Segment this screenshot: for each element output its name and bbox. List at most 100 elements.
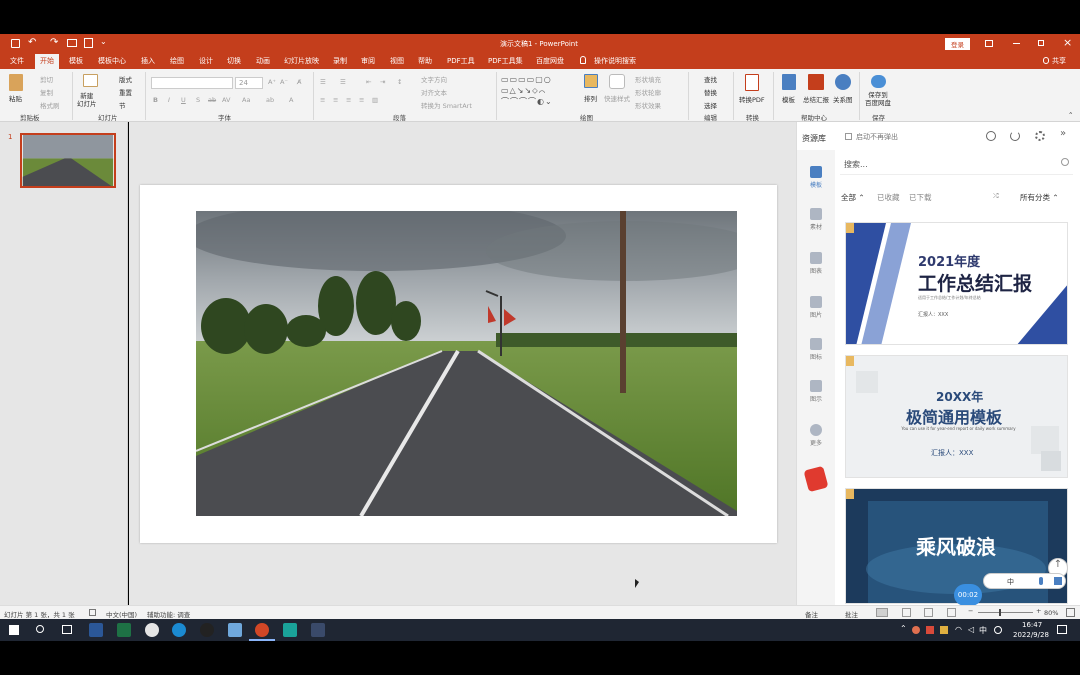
- tray-expand-icon[interactable]: ⌃: [900, 624, 907, 633]
- numbering-icon[interactable]: ☰: [340, 78, 346, 86]
- save-icon[interactable]: [11, 39, 20, 48]
- shape-fill-button[interactable]: 形状填充: [635, 74, 661, 84]
- tab-transitions[interactable]: 切换: [227, 56, 241, 66]
- side-item-icons[interactable]: 图标: [797, 338, 835, 361]
- bullets-icon[interactable]: ☰: [320, 78, 326, 86]
- replace-button[interactable]: 替换: [704, 87, 717, 97]
- zoom-slider-thumb[interactable]: [999, 609, 1001, 616]
- filter-all[interactable]: 全部 ⌃: [841, 192, 865, 203]
- save-to-baidu-button[interactable]: 保存到 百度网盘: [865, 91, 891, 107]
- quick-access-more-icon[interactable]: [84, 38, 93, 48]
- share-button[interactable]: 共享: [1052, 56, 1066, 66]
- tray-icon-4[interactable]: [994, 626, 1002, 634]
- align-center-icon[interactable]: ≡: [333, 96, 338, 104]
- windows-start-icon[interactable]: [9, 625, 19, 635]
- side-item-diagrams[interactable]: 图示: [797, 380, 835, 403]
- side-item-images[interactable]: 图片: [797, 296, 835, 319]
- shape-effects-button[interactable]: 形状效果: [635, 100, 661, 110]
- filter-favorited[interactable]: 已收藏: [877, 192, 900, 203]
- tray-icon-2[interactable]: [926, 626, 934, 634]
- columns-icon[interactable]: ▥: [372, 96, 378, 104]
- reset-button[interactable]: 重置: [119, 87, 132, 97]
- copy-button[interactable]: 复制: [40, 87, 53, 97]
- collapse-panel-icon[interactable]: »: [1060, 128, 1066, 139]
- tab-draw[interactable]: 绘图: [170, 56, 184, 66]
- app-icon-4[interactable]: [311, 623, 325, 637]
- bold-icon[interactable]: B: [153, 96, 158, 104]
- tab-review[interactable]: 审阅: [361, 56, 375, 66]
- tab-help[interactable]: 帮助: [418, 56, 432, 66]
- quick-styles-icon[interactable]: [609, 74, 625, 89]
- customize-toolbar-icon[interactable]: ⌄: [100, 37, 107, 46]
- user-icon[interactable]: [1043, 57, 1049, 64]
- search-icon[interactable]: [1061, 158, 1069, 166]
- collapse-ribbon-icon[interactable]: ⌃: [1068, 111, 1073, 119]
- tell-me-search[interactable]: 操作说明搜索: [594, 56, 636, 66]
- side-item-more[interactable]: 更多: [797, 424, 835, 447]
- new-slide-icon[interactable]: [83, 74, 98, 87]
- summary-report-button[interactable]: 总结汇报: [803, 94, 829, 104]
- app-icon-3[interactable]: [283, 623, 297, 637]
- justify-icon[interactable]: ≡: [359, 96, 364, 104]
- accessibility-status[interactable]: 辅助功能: 调查: [147, 609, 190, 619]
- zoom-level[interactable]: 80%: [1044, 609, 1058, 617]
- clear-format-icon[interactable]: A̸: [297, 78, 301, 86]
- zoom-out-icon[interactable]: −: [968, 607, 973, 615]
- baidu-cloud-icon[interactable]: [871, 75, 886, 88]
- quick-styles-button[interactable]: 快速样式: [604, 93, 630, 103]
- tab-animations[interactable]: 动画: [256, 56, 270, 66]
- ime-toolbar[interactable]: 中: [983, 573, 1066, 589]
- new-slide-button[interactable]: 新建 幻灯片: [77, 92, 97, 108]
- restore-icon[interactable]: [1038, 40, 1044, 46]
- template-card-annual-report[interactable]: 2021年度 工作总结汇报 适用于工作总结/工作计划/年终总结 汇报人：XXX: [845, 222, 1068, 345]
- align-text-button[interactable]: 对齐文本: [421, 87, 447, 97]
- shape-outline-button[interactable]: 形状轮廓: [635, 87, 661, 97]
- italic-icon[interactable]: I: [168, 96, 170, 104]
- ime-mic-icon[interactable]: [1039, 577, 1043, 585]
- tab-view[interactable]: 视图: [390, 56, 404, 66]
- decrease-indent-icon[interactable]: ⇤: [366, 78, 371, 86]
- volume-icon[interactable]: ◁: [968, 625, 974, 634]
- word-icon[interactable]: [89, 623, 103, 637]
- spell-check-icon[interactable]: [89, 609, 96, 616]
- category-dropdown[interactable]: 所有分类 ⌃: [1020, 192, 1059, 203]
- template-button[interactable]: 模板: [782, 94, 795, 104]
- tab-design[interactable]: 设计: [199, 56, 213, 66]
- arrange-button[interactable]: 排列: [584, 93, 597, 103]
- align-left-icon[interactable]: ≡: [320, 96, 325, 104]
- summary-report-icon[interactable]: [808, 74, 824, 90]
- tab-slideshow[interactable]: 幻灯片放映: [284, 56, 319, 66]
- text-direction-button[interactable]: 文字方向: [421, 74, 447, 84]
- close-icon[interactable]: ×: [1063, 36, 1072, 49]
- template-icon[interactable]: [782, 74, 796, 90]
- tab-insert[interactable]: 插入: [141, 56, 155, 66]
- undo-icon[interactable]: ↶: [28, 37, 36, 48]
- increase-indent-icon[interactable]: ⇥: [380, 78, 385, 86]
- tab-pdf-tools[interactable]: PDF工具: [447, 56, 475, 66]
- paste-icon[interactable]: [9, 74, 23, 91]
- taskbar-date[interactable]: 2022/9/28: [1013, 631, 1049, 639]
- resource-search-box[interactable]: 搜索...: [840, 153, 1073, 175]
- excel-icon[interactable]: [117, 623, 131, 637]
- language-status[interactable]: 中文(中国): [106, 609, 137, 619]
- refresh-icon[interactable]: [1010, 131, 1020, 141]
- tab-baidu-netdisk[interactable]: 百度网盘: [536, 56, 564, 66]
- powerpoint-icon[interactable]: [255, 623, 269, 637]
- font-decrease-icon[interactable]: A⁻: [280, 78, 288, 86]
- notes-button[interactable]: 备注: [805, 609, 818, 619]
- highlight-icon[interactable]: ab: [266, 96, 274, 104]
- taskbar-ime[interactable]: 中: [979, 625, 987, 636]
- normal-view-icon[interactable]: [876, 608, 888, 617]
- section-button[interactable]: 节: [119, 100, 126, 110]
- shadow-icon[interactable]: S: [196, 96, 200, 104]
- slide-sorter-icon[interactable]: [902, 608, 911, 617]
- char-spacing-icon[interactable]: AV: [222, 96, 230, 104]
- tab-record[interactable]: 录制: [333, 56, 347, 66]
- dont-show-checkbox[interactable]: [845, 133, 852, 140]
- tab-template-center[interactable]: 模板中心: [98, 56, 126, 66]
- find-button[interactable]: 查找: [704, 74, 717, 84]
- slide-road-photo[interactable]: [196, 211, 737, 516]
- font-size-dropdown[interactable]: 24: [235, 77, 263, 89]
- select-button[interactable]: 选择: [704, 100, 717, 110]
- comments-button[interactable]: 批注: [845, 609, 858, 619]
